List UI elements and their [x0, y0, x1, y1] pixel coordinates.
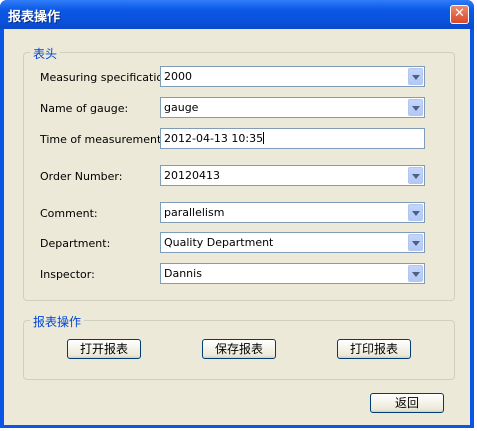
inspector-value: Dannis: [164, 267, 202, 280]
open-report-button[interactable]: 打开报表: [67, 339, 141, 359]
header-group-title: 表头: [30, 45, 61, 62]
time-of-measurement-label: Time of measurement:: [40, 133, 165, 146]
department-combo[interactable]: Quality Department: [160, 232, 425, 253]
close-button[interactable]: ✕: [450, 5, 469, 24]
inspector-label: Inspector:: [40, 268, 95, 281]
report-actions-group-title: 报表操作: [30, 313, 85, 330]
print-report-button[interactable]: 打印报表: [337, 339, 411, 359]
time-of-measurement-field[interactable]: 2012-04-13 10:35: [160, 128, 425, 149]
chevron-down-icon[interactable]: [408, 234, 423, 251]
title-bar[interactable]: 报表操作 ✕: [0, 0, 474, 29]
window-title: 报表操作: [8, 10, 61, 25]
chevron-down-icon[interactable]: [408, 265, 423, 282]
chevron-down-icon[interactable]: [408, 167, 423, 184]
dialog-window: 报表操作 ✕ 表头 Measuring specification: 2000 …: [0, 0, 474, 428]
department-label: Department:: [40, 237, 111, 250]
text-caret: [263, 132, 265, 144]
back-button[interactable]: 返回: [370, 393, 444, 413]
measuring-specification-value: 2000: [164, 70, 192, 83]
name-of-gauge-combo[interactable]: gauge: [160, 97, 425, 118]
chevron-down-icon[interactable]: [408, 204, 423, 221]
save-report-button[interactable]: 保存报表: [202, 339, 276, 359]
order-number-combo[interactable]: 20120413: [160, 165, 425, 186]
comment-value: parallelism: [164, 206, 225, 219]
comment-label: Comment:: [40, 207, 98, 220]
measuring-specification-label: Measuring specification:: [40, 71, 174, 84]
time-of-measurement-value: 2012-04-13 10:35: [164, 132, 264, 145]
name-of-gauge-value: gauge: [164, 101, 199, 114]
order-number-value: 20120413: [164, 169, 220, 182]
order-number-label: Order Number:: [40, 170, 123, 183]
comment-combo[interactable]: parallelism: [160, 202, 425, 223]
chevron-down-icon[interactable]: [408, 99, 423, 116]
chevron-down-icon[interactable]: [408, 68, 423, 85]
inspector-combo[interactable]: Dannis: [160, 263, 425, 284]
name-of-gauge-label: Name of gauge:: [40, 102, 129, 115]
department-value: Quality Department: [164, 236, 274, 249]
close-icon: ✕: [454, 6, 465, 21]
measuring-specification-combo[interactable]: 2000: [160, 66, 425, 87]
dialog-body: 表头 Measuring specification: 2000 Name of…: [4, 29, 470, 425]
